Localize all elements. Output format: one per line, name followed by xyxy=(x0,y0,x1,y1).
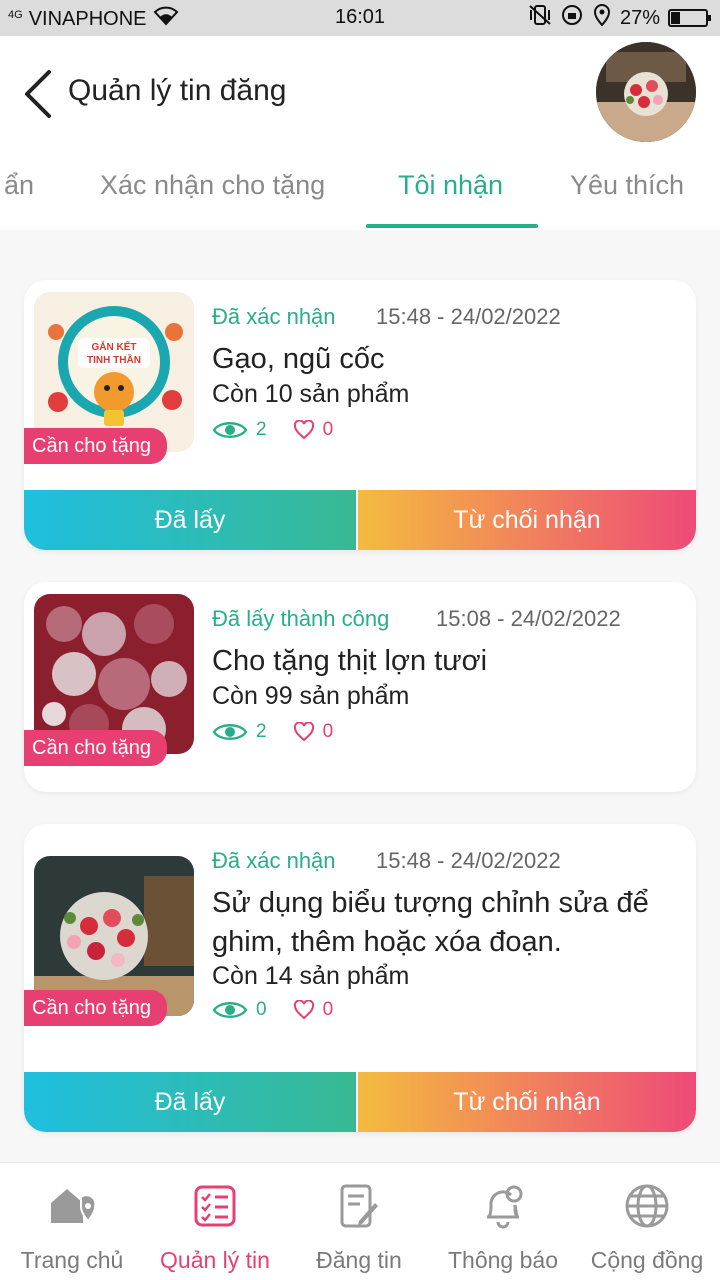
status-bar: 4G VINAPHONE 16:01 27% xyxy=(0,0,720,36)
post-status: Đã xác nhận xyxy=(212,304,336,329)
tab-i-received[interactable]: Tôi nhận xyxy=(398,170,503,201)
nav-item-community[interactable]: Cộng đồng xyxy=(575,1163,719,1280)
post-stats: 2 0 xyxy=(212,720,333,744)
post-time: 15:48 - 24/02/2022 xyxy=(376,304,561,329)
post-remaining: Còn 14 sản phẩm xyxy=(212,962,410,990)
vibrate-icon xyxy=(528,4,552,32)
rotation-lock-icon xyxy=(560,4,584,32)
post-card[interactable]: Cần cho tặng Đã lấy thành công 15:08 - 2… xyxy=(24,582,696,792)
banner-line1: GẮN KẾT xyxy=(92,340,137,353)
like-count: 0 xyxy=(322,999,334,1020)
post-remaining: Còn 10 sản phẩm xyxy=(212,380,410,408)
nav-item-home[interactable]: Trang chủ xyxy=(0,1163,144,1280)
banner-line2: TINH THẦN xyxy=(87,353,141,366)
tab-confirm-giving[interactable]: Xác nhận cho tặng xyxy=(100,170,325,201)
nav-item-post[interactable]: Đăng tin xyxy=(287,1163,431,1280)
chevron-left-icon xyxy=(25,70,51,118)
post-stats: 0 0 xyxy=(212,998,333,1022)
like-count: 0 xyxy=(322,419,334,440)
eye-icon xyxy=(212,724,248,740)
post-actions: Đã lấy Từ chối nhận xyxy=(24,1072,696,1132)
battery-fill xyxy=(671,12,680,24)
tab-favorites[interactable]: Yêu thích xyxy=(570,170,684,201)
post-card[interactable]: Cần cho tặng Đã xác nhận 15:48 - 24/02/2… xyxy=(24,824,696,1132)
post-remaining: Còn 99 sản phẩm xyxy=(212,682,410,710)
post-time: 15:08 - 24/02/2022 xyxy=(436,606,621,631)
taken-button[interactable]: Đã lấy xyxy=(24,490,358,550)
post-title[interactable]: Cho tặng thịt lợn tươi xyxy=(212,642,688,681)
battery-percent: 27% xyxy=(619,6,660,29)
post-actions: Đã lấy Từ chối nhận xyxy=(24,490,696,550)
nav-item-manage[interactable]: Quản lý tin xyxy=(143,1163,287,1280)
post-badge: Cần cho tặng xyxy=(24,990,167,1026)
nav-label: Trang chủ xyxy=(20,1247,124,1273)
post-card[interactable]: GẮN KẾT TINH THẦN Cần cho tặng Đã xác nh… xyxy=(24,280,696,550)
eye-icon xyxy=(212,1002,248,1018)
tab-bar: ẩn Xác nhận cho tặng Tôi nhận Yêu thích xyxy=(0,148,720,230)
taken-button[interactable]: Đã lấy xyxy=(24,1072,358,1132)
post-badge: Cần cho tặng xyxy=(24,428,167,464)
bell-icon xyxy=(478,1181,528,1231)
nav-label: Đăng tin xyxy=(316,1247,402,1273)
post-badge: Cần cho tặng xyxy=(24,730,167,766)
view-count: 2 xyxy=(256,419,267,440)
checklist-icon xyxy=(190,1181,240,1231)
reject-button[interactable]: Từ chối nhận xyxy=(358,1072,696,1132)
post-title[interactable]: Gạo, ngũ cốc xyxy=(212,340,688,379)
reject-button[interactable]: Từ chối nhận xyxy=(358,490,696,550)
like-count: 0 xyxy=(322,721,334,742)
heart-icon[interactable] xyxy=(293,722,315,742)
post-stats: 2 0 xyxy=(212,418,333,442)
edit-document-icon xyxy=(334,1181,384,1231)
nav-label: Cộng đồng xyxy=(590,1247,704,1273)
tab-active-indicator xyxy=(366,224,538,228)
post-time: 15:48 - 24/02/2022 xyxy=(376,848,561,873)
view-count: 0 xyxy=(256,999,267,1020)
globe-icon xyxy=(622,1181,672,1231)
avatar[interactable] xyxy=(596,42,696,142)
post-status: Đã lấy thành công xyxy=(212,606,390,631)
post-status: Đã xác nhận xyxy=(212,848,336,873)
page-title: Quản lý tin đăng xyxy=(68,74,287,107)
avatar-image xyxy=(596,42,696,142)
home-location-icon xyxy=(47,1181,97,1231)
tab-hidden[interactable]: ẩn xyxy=(4,170,34,201)
view-count: 2 xyxy=(256,721,267,742)
bottom-nav: Trang chủ Quản lý tin Đăng tin Thông báo… xyxy=(0,1162,720,1280)
nav-item-notifications[interactable]: Thông báo xyxy=(431,1163,575,1280)
location-icon xyxy=(592,4,612,32)
post-title[interactable]: Sử dụng biểu tượng chỉnh sửa để ghim, th… xyxy=(212,884,688,962)
battery-icon xyxy=(668,9,711,27)
back-button[interactable] xyxy=(18,66,58,122)
heart-icon[interactable] xyxy=(293,1000,315,1020)
nav-label: Quản lý tin xyxy=(160,1247,270,1273)
eye-icon xyxy=(212,422,248,438)
status-bar-right: 27% xyxy=(528,4,711,32)
app-header: Quản lý tin đăng xyxy=(0,36,720,148)
nav-label: Thông báo xyxy=(448,1247,558,1273)
heart-icon[interactable] xyxy=(293,420,315,440)
